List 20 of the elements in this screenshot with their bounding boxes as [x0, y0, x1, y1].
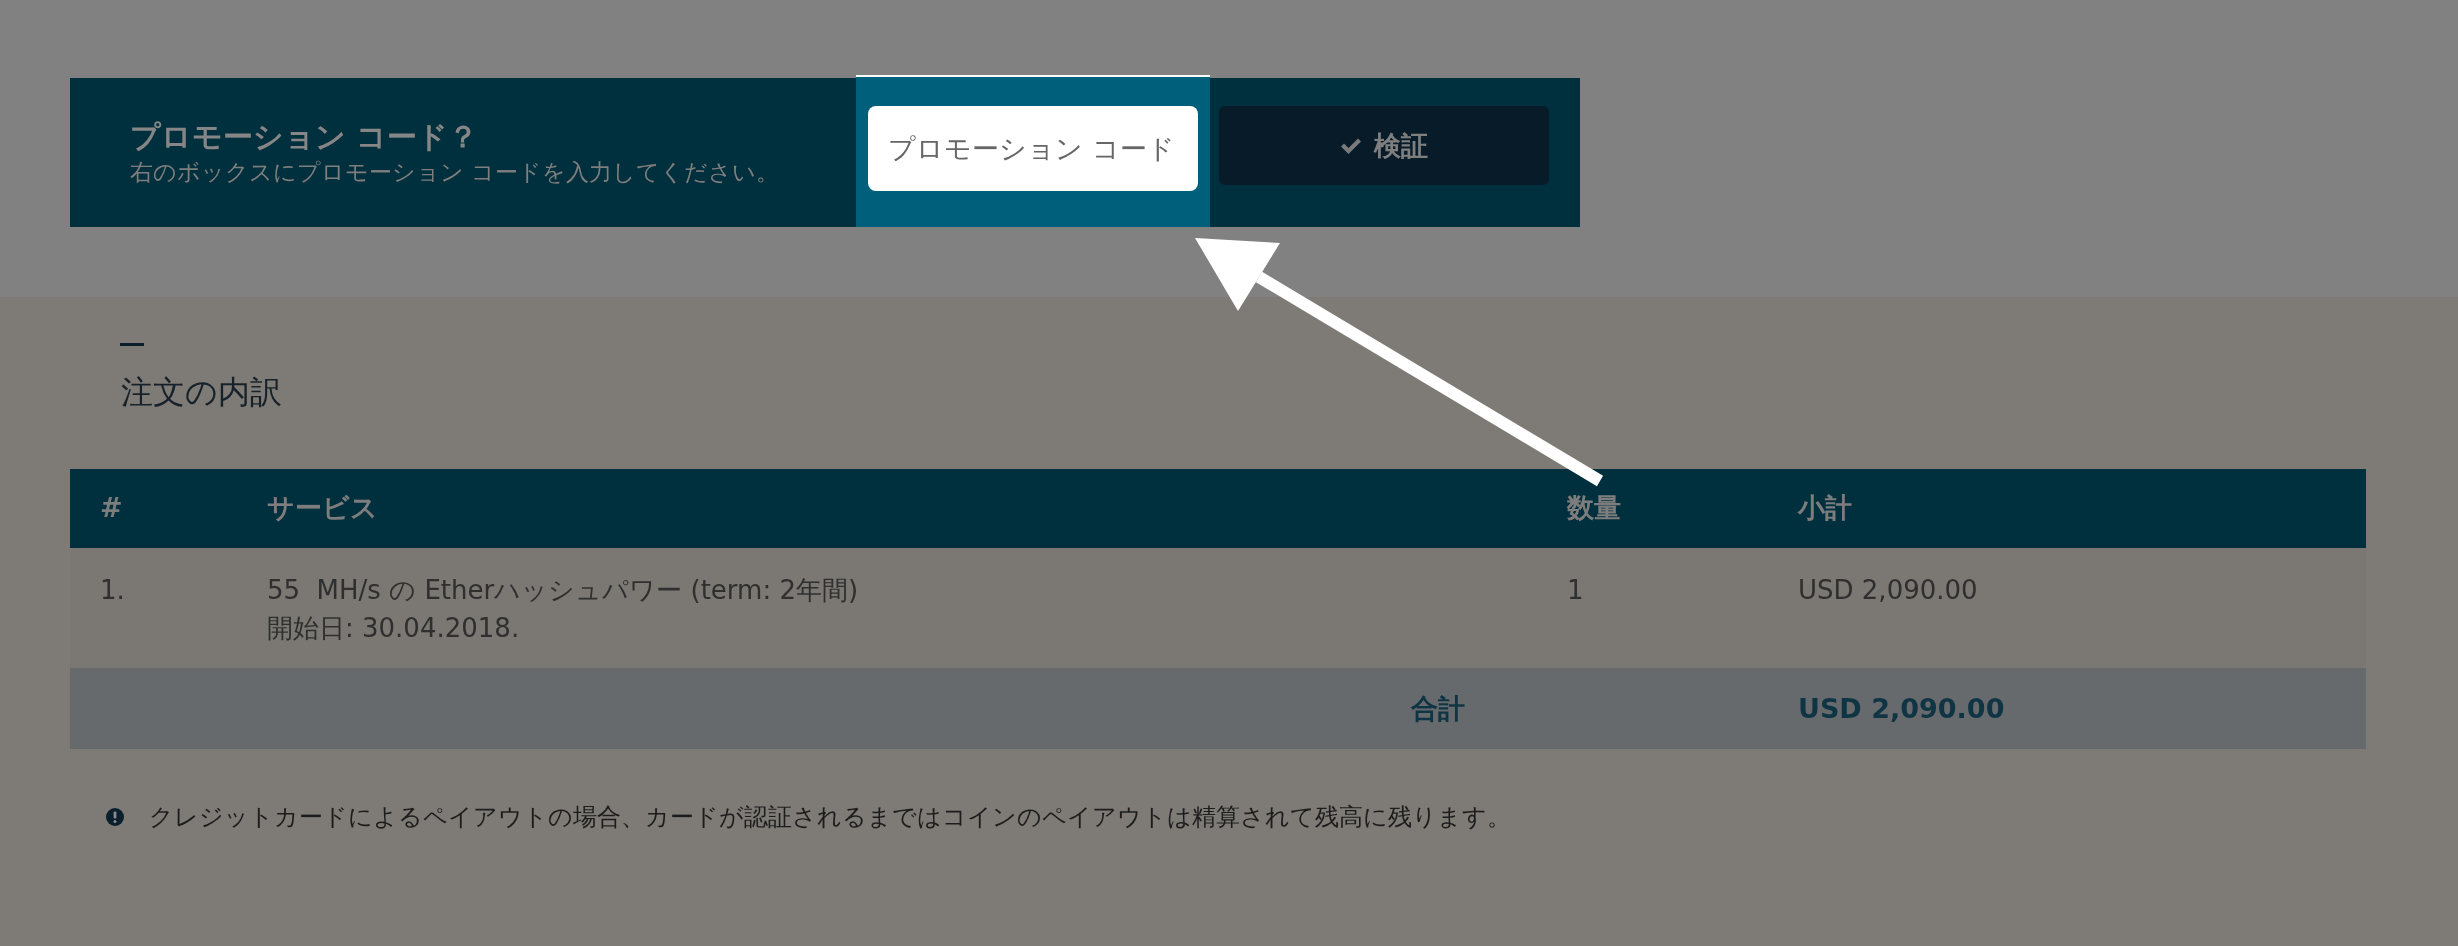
exclamation-icon [106, 808, 124, 826]
verify-button[interactable]: 検証 [1219, 106, 1549, 185]
row-number: 1. [100, 574, 125, 607]
subtotal-cell-text: USD 2,090.00 [1798, 574, 1978, 607]
total-amount: USD 2,090.00 [1798, 693, 2005, 724]
check-icon [1340, 136, 1362, 155]
promo-code-field[interactable]: プロモーション コード [868, 106, 1198, 191]
column-header: 数量 [1567, 492, 1621, 525]
heading-dash [120, 343, 144, 346]
total-label: 合計 [1411, 691, 1465, 726]
service-name: 55 MH/s の Etherハッシュパワー (term: 2年間) [267, 574, 859, 607]
column-header: 小計 [1798, 492, 1852, 525]
section-heading: 注文の内訳 [121, 372, 282, 412]
promo-instructions: 右のボックスにプロモーション コードを入力してください。 [130, 158, 780, 187]
column-header: # [100, 492, 123, 525]
payout-note: クレジットカードによるペイアウトの場合、カードが認証されるまではコインのペイアウトは精算されて残高に残ります。 [149, 802, 1511, 833]
promo-title: プロモーション コード？ [130, 118, 479, 155]
column-header: サービス [267, 492, 378, 525]
start-date: 開始日: 30.04.2018. [267, 612, 520, 645]
quantity-cell-text: 1 [1567, 574, 1584, 607]
